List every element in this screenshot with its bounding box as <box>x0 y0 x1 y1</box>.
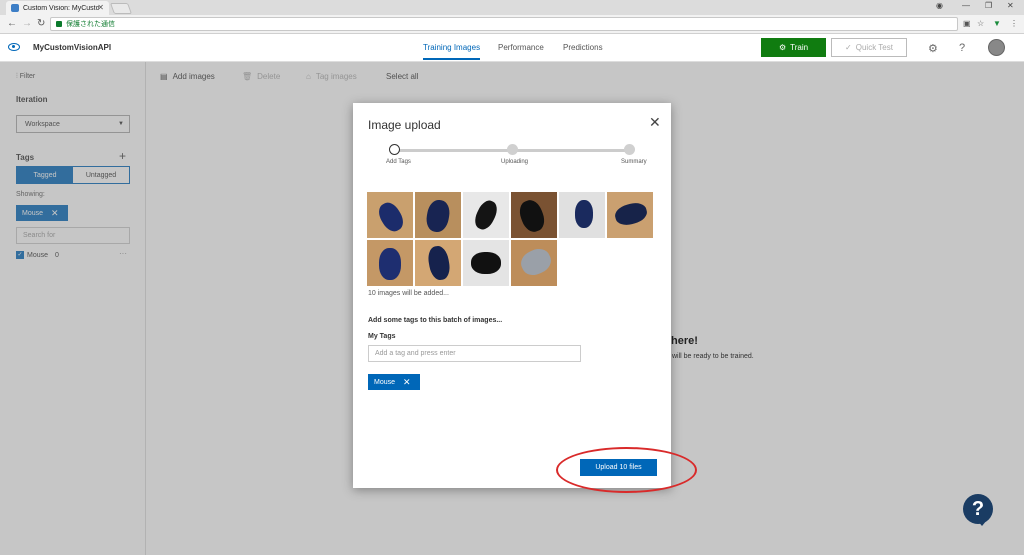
close-dialog-icon[interactable]: ✕ <box>649 114 661 131</box>
browser-tab-bar: Custom Vision: MyCusto ✕ ◉ — ❐ ✕ <box>0 0 1024 15</box>
selected-tag-chip[interactable]: Mouse ✕ <box>368 374 420 390</box>
browser-tab-title: Custom Vision: MyCusto <box>23 4 99 12</box>
browser-address-bar: ← → ↻ 保護された通信 ▣ ☆ ▼ ⋮ <box>0 15 1024 34</box>
tab-predictions[interactable]: Predictions <box>563 43 603 52</box>
tab-training-images[interactable]: Training Images <box>423 43 481 60</box>
back-arrow-icon[interactable]: ← <box>7 19 17 29</box>
batch-tags-prompt: Add some tags to this batch of images... <box>368 317 503 324</box>
custom-vision-favicon-icon <box>11 4 19 12</box>
add-tag-input[interactable]: Add a tag and press enter <box>368 345 581 362</box>
train-label: Train <box>790 43 809 52</box>
forward-arrow-icon[interactable]: → <box>22 19 32 29</box>
image-count-text: 10 images will be added... <box>368 290 449 297</box>
avatar[interactable] <box>988 39 1005 56</box>
quick-test-label: Quick Test <box>855 43 893 52</box>
train-button[interactable]: ⚙ Train <box>761 38 826 57</box>
empty-state-subtext: will be ready to be trained. <box>672 353 754 360</box>
settings-gear-icon[interactable]: ⚙ <box>928 42 938 55</box>
custom-vision-eye-icon <box>8 43 20 51</box>
image-thumbnail <box>367 192 413 238</box>
step-dot-summary <box>624 144 635 155</box>
minimize-icon[interactable]: — <box>962 1 970 10</box>
browser-tab[interactable]: Custom Vision: MyCusto ✕ <box>6 1 109 15</box>
gears-icon: ⚙ <box>778 43 787 52</box>
close-tab-icon[interactable]: ✕ <box>97 3 104 12</box>
reload-icon[interactable]: ↻ <box>37 19 45 29</box>
image-thumbnail <box>511 240 557 286</box>
bookmark-star-icon[interactable]: ☆ <box>977 19 984 28</box>
extension-shield-icon[interactable]: ▼ <box>993 19 1001 28</box>
image-thumbnail <box>415 192 461 238</box>
help-chat-icon[interactable]: ? <box>963 494 993 526</box>
my-tags-label: My Tags <box>368 333 396 340</box>
empty-state-headline: here! <box>671 335 698 347</box>
image-thumbnail <box>463 192 509 238</box>
browser-menu-icon[interactable]: ⋮ <box>1010 19 1018 28</box>
tab-performance[interactable]: Performance <box>498 43 544 52</box>
image-thumbnail <box>463 240 509 286</box>
image-thumbnail <box>367 240 413 286</box>
selected-tag-name: Mouse <box>374 378 396 386</box>
step-dot-add-tags <box>389 144 400 155</box>
image-thumbnail <box>559 192 605 238</box>
lock-icon <box>56 21 62 27</box>
security-text: 保護された通信 <box>66 21 115 28</box>
url-input[interactable]: 保護された通信 <box>50 17 958 31</box>
image-thumbnail <box>415 240 461 286</box>
new-tab-button[interactable] <box>109 3 133 14</box>
remove-selected-tag-icon[interactable]: ✕ <box>403 377 411 388</box>
translate-icon[interactable]: ▣ <box>963 19 971 28</box>
step-dot-uploading <box>507 144 518 155</box>
step-label-summary: Summary <box>621 159 647 165</box>
checkmark-icon: ✓ <box>845 43 852 52</box>
project-name[interactable]: MyCustomVisionAPI <box>33 43 111 52</box>
image-thumbnail <box>511 192 557 238</box>
step-label-add-tags: Add Tags <box>386 159 411 165</box>
image-thumbnail <box>607 192 653 238</box>
window-close-icon[interactable]: ✕ <box>1007 1 1014 10</box>
help-question-icon[interactable]: ? <box>959 42 965 54</box>
app-header: MyCustomVisionAPI Training Images Perfor… <box>0 34 1024 62</box>
profile-icon[interactable]: ◉ <box>936 1 943 10</box>
quick-test-button[interactable]: ✓ Quick Test <box>831 38 907 57</box>
image-upload-dialog: Image upload ✕ Add Tags Uploading Summar… <box>353 103 671 488</box>
highlight-circle <box>556 447 697 493</box>
dialog-title: Image upload <box>368 118 441 132</box>
step-label-uploading: Uploading <box>501 159 529 165</box>
restore-icon[interactable]: ❐ <box>985 1 992 10</box>
